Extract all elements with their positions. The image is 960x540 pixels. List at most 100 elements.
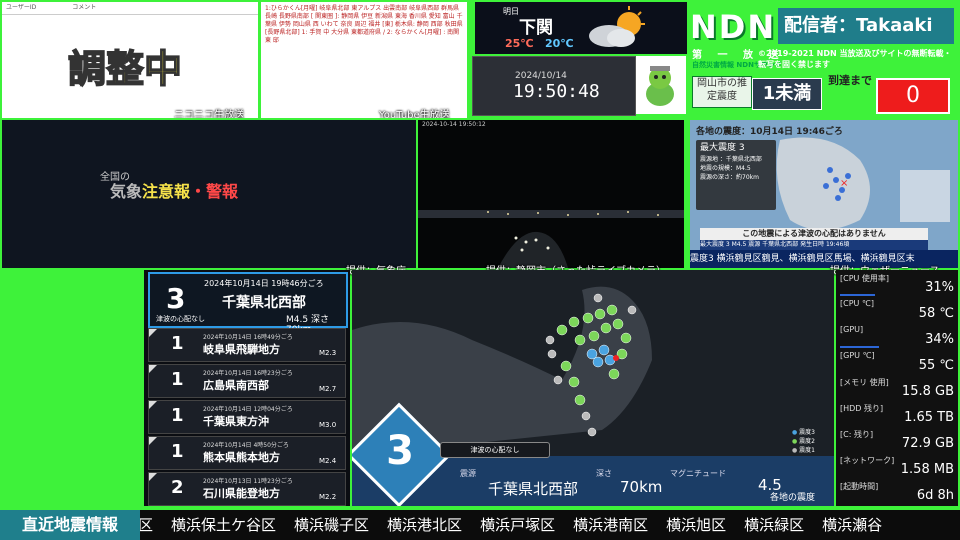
stat-row: [GPU] 34% <box>838 324 956 348</box>
latest-quake-card: 3 2024年10月14日 19時46分ごろ 千葉県北西部 津波の心配なし M4… <box>148 272 348 335</box>
ticker-item: 区 <box>138 516 154 534</box>
item-intensity: 1 <box>171 333 184 354</box>
quake-ticker: 区横浜保土ケ谷区 横浜磯子区 横浜港北区 横浜戸塚区 横浜港南区 横浜旭区 横浜緑区 横浜瀬谷… <box>0 510 960 540</box>
stat-bar <box>840 346 879 348</box>
ticker-item: 横浜保土ケ谷区 <box>171 516 277 534</box>
list-item: 2 2024年10月13日 11時23分ごろ 石川県能登地方 M2.2 <box>148 472 346 506</box>
weather-city: 下関 <box>519 18 553 38</box>
quake-news-ticker: 最大震度 3 M4.5 震源 千葉県北西部 発生日時 19:46頃 <box>700 240 928 250</box>
col-user: ユーザーID <box>6 4 37 11</box>
arrival-label: 到達まで <box>828 74 872 87</box>
ndn-logo: NDN <box>690 8 777 46</box>
intensity-badge-number: 3 <box>386 428 414 474</box>
ndn-branding: NDN 配信者：Takaaki 第 一 放 送 自然災害情報 NDNサウンド ©… <box>690 4 958 114</box>
list-item: 1 2024年10月14日 16時23分ごろ 広島県南西部 M2.7 <box>148 364 346 398</box>
magnitude-label: マグニチュード <box>670 469 726 478</box>
item-mag: M2.7 <box>319 385 337 393</box>
quake-card-line: 地震の規模：M4.5 <box>700 165 751 172</box>
tsunami-notice: 津波の心配なし <box>440 442 550 458</box>
ticker-item: 横浜旭区 <box>666 516 727 534</box>
stat-value: 31% <box>925 280 954 295</box>
ticker-label: 直近地震情報 <box>0 510 140 540</box>
item-mag: M3.0 <box>319 421 337 429</box>
cloud-sun-icon <box>589 6 645 47</box>
stat-row: [CPU ℃] 58 ℃ <box>838 298 956 322</box>
list-item: 1 2024年10月14日 4時50分ごろ 熊本県熊本地方 M2.4 <box>148 436 346 470</box>
item-place: 岐阜県飛騨地方 <box>203 343 280 356</box>
stat-value: 72.9 GB <box>901 436 954 451</box>
latest-place: 千葉県北西部 <box>222 295 306 311</box>
col-comment: コメント <box>72 4 97 11</box>
live-camera-panel: 2024-10-14 19:50:12 <box>418 120 684 268</box>
legend-int3: ● 震度3 <box>792 429 815 436</box>
clock-date: 2024/10/14 <box>515 71 567 81</box>
item-intensity: 1 <box>171 369 184 390</box>
item-time: 2024年10月14日 16時23分ごろ <box>203 370 293 377</box>
weather-warning-panel: 全国の 気象注意報・警報 <box>2 120 416 268</box>
warning-keiho: 警報 <box>206 182 239 201</box>
stat-value: 1.58 MB <box>900 462 954 477</box>
weather-high: 25℃ <box>505 37 534 50</box>
news-anchor-image <box>900 170 950 222</box>
clock-panel: 2024/10/14 19:50:48 <box>472 56 636 116</box>
stat-row: [CPU 使用率] 31% <box>838 272 956 296</box>
warning-kisho: 気象 <box>110 182 143 201</box>
quake-card-head: 最大震度 3 <box>700 143 745 153</box>
warning-chuiho: 注意報 <box>142 182 191 201</box>
stat-value: 34% <box>925 332 954 347</box>
youtube-comment-text: 1:ひらかくん[月曜] 岐阜県北部 東アルプス 出雲南部 岐阜県西部 群馬県 長… <box>265 5 463 44</box>
ticker-item: 横浜港南区 <box>573 516 649 534</box>
item-mag: M2.3 <box>319 349 337 357</box>
item-intensity: 1 <box>171 405 184 426</box>
quake-map-title: 各地の震度：10月14日 19:46ごろ <box>696 127 843 137</box>
stat-label: [CPU 使用率] <box>840 274 890 283</box>
weather-panel: 明日 下関 25℃ 20℃ <box>475 2 687 54</box>
stat-value: 58 ℃ <box>918 306 954 321</box>
legend-int1: ● 震度1 <box>792 447 815 454</box>
stat-bar <box>840 294 876 296</box>
ticker-item: 横浜緑区 <box>744 516 805 534</box>
stat-value: 55 ℃ <box>918 358 954 373</box>
stat-value: 6d 8h <box>916 488 954 503</box>
stat-row: [HDD 残り] 1.65 TB <box>838 402 956 426</box>
item-intensity: 2 <box>171 477 184 498</box>
item-intensity: 1 <box>171 441 184 462</box>
legend-int2: ● 震度2 <box>792 438 815 445</box>
stat-row: [GPU ℃] 55 ℃ <box>838 350 956 374</box>
stat-row: [メモリ 使用] 15.8 GB <box>838 376 956 400</box>
item-time: 2024年10月14日 12時04分ごろ <box>203 406 293 413</box>
clock-time: 19:50:48 <box>513 81 600 102</box>
weather-day: 明日 <box>503 7 519 16</box>
estimated-intensity-label: 岡山市の推定震度 <box>692 76 752 108</box>
stat-label: [GPU ℃] <box>840 351 875 360</box>
ticker-item: 横浜港北区 <box>387 516 463 534</box>
source-label: 震源 <box>460 469 476 478</box>
copyright-text: ©2019-2021 NDN 当放送及びサイトの無断転載・転写を固く禁じます <box>758 49 952 69</box>
map-corner-label: 各地の震度 <box>770 493 816 503</box>
nico-watermark: ニコニコ生放送 <box>174 110 244 118</box>
ticker-items: 区横浜保土ケ谷区 横浜磯子区 横浜港北区 横浜戸塚区 横浜港南区 横浜旭区 横浜緑区 横浜瀬谷 <box>138 510 900 540</box>
quake-news-caption: この地震による津波の心配はありません <box>700 228 928 240</box>
stat-row: [ネットワーク] 1.58 MB <box>838 454 956 478</box>
latest-intensity: 3 <box>166 282 186 315</box>
quake-card-line: 震源地 ：千葉県北西部 <box>700 156 762 163</box>
stat-label: [HDD 残り] <box>840 404 884 413</box>
mascot-icon <box>646 66 674 106</box>
quake-map-panel: × 各地の震度：10月14日 19:46ごろ 最大震度 3 震源地 ：千葉県北西… <box>690 120 958 268</box>
list-item: 1 2024年10月14日 12時04分ごろ 千葉県東方沖 M3.0 <box>148 400 346 434</box>
stat-value: 1.65 TB <box>904 410 954 425</box>
comment-header: ユーザーID コメント <box>2 2 258 15</box>
stat-label: [CPU ℃] <box>840 299 875 308</box>
ticker-item: 横浜瀬谷 <box>822 516 883 534</box>
item-time: 2024年10月14日 16時49分ごろ <box>203 334 293 341</box>
intensity-map-panel: ● 震度3 ● 震度2 ● 震度1 震源 千葉県北西部 深さ 70km マグニチ… <box>352 270 834 506</box>
depth-value: 70km <box>620 478 663 496</box>
warning-sep: ・ <box>190 182 207 201</box>
source-value: 千葉県北西部 <box>488 480 579 498</box>
item-place: 熊本県熊本地方 <box>203 451 280 464</box>
quake-info-card: 最大震度 3 震源地 ：千葉県北西部 地震の規模：M4.5 震源の深さ：約70k… <box>696 140 776 210</box>
quake-card-line: 震源の深さ：約70km <box>700 174 759 181</box>
night-coast-image <box>418 210 684 268</box>
stat-label: [起動時間] <box>840 482 879 491</box>
stat-label: [C: 残り] <box>840 430 874 439</box>
